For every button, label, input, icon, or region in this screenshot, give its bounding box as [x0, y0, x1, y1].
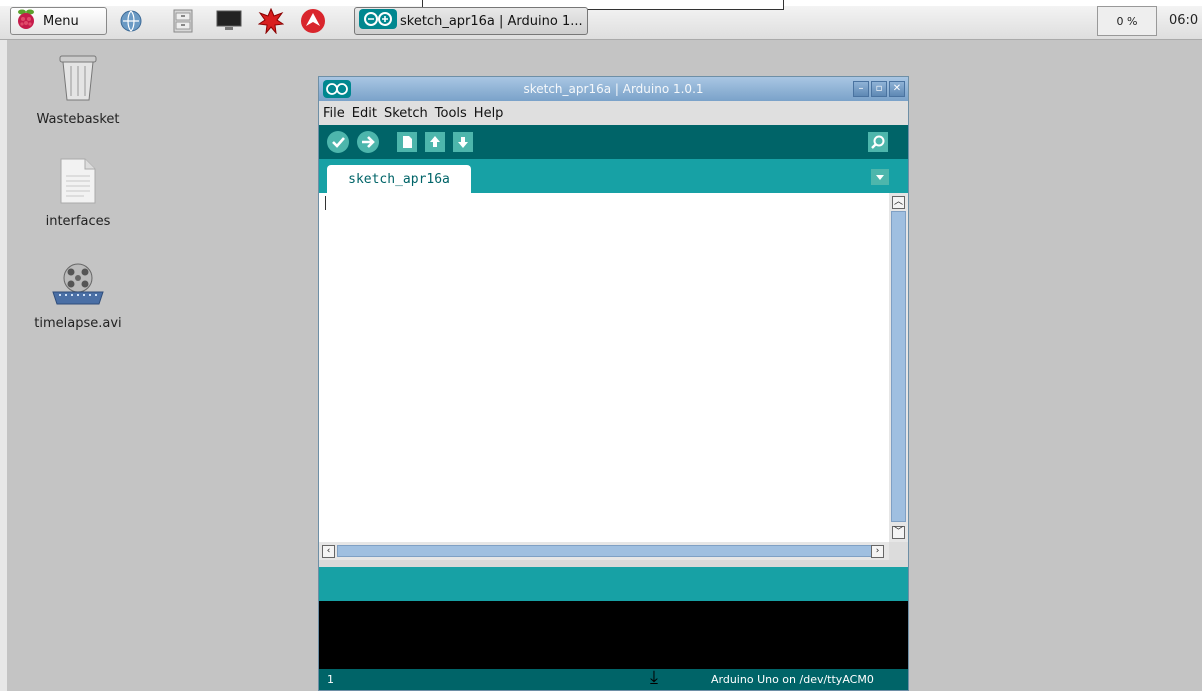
console-output[interactable]	[319, 601, 908, 669]
open-button[interactable]	[425, 132, 445, 152]
burst-icon[interactable]	[258, 8, 284, 34]
message-area	[319, 567, 908, 601]
menu-help[interactable]: Help	[474, 106, 504, 121]
scroll-down-icon[interactable]: ﹀	[892, 526, 905, 539]
task-label: sketch_apr16a | Arduino 1...	[400, 13, 583, 29]
toolbar	[319, 125, 908, 159]
board-status: Arduino Uno on /dev/ttyACM0	[711, 673, 874, 686]
minimize-button[interactable]: –	[853, 81, 869, 97]
close-button[interactable]: ✕	[889, 81, 905, 97]
tab-menu-button[interactable]	[871, 169, 889, 185]
taskbar: Menu sketch_apr16a | Arduino 1... 0 % 06…	[0, 0, 1202, 40]
vertical-scrollbar[interactable]: ︿ ﹀	[889, 193, 908, 542]
raspberry-icon	[15, 8, 37, 34]
scroll-left-icon[interactable]: ‹	[322, 545, 335, 558]
menu-bar: File Edit Sketch Tools Help	[319, 101, 908, 125]
text-file-icon	[28, 158, 128, 208]
horizontal-scroll-thumb[interactable]	[337, 545, 872, 557]
start-menu-button[interactable]: Menu	[10, 7, 107, 35]
new-button[interactable]	[397, 132, 417, 152]
arrow-down-icon	[458, 137, 468, 148]
video-file-icon	[28, 262, 128, 310]
window-title: sketch_apr16a | Arduino 1.0.1	[523, 82, 704, 96]
arduino-window: sketch_apr16a | Arduino 1.0.1 – ▫ ✕ File…	[318, 76, 909, 691]
globe-icon[interactable]	[118, 9, 144, 33]
menu-edit[interactable]: Edit	[352, 106, 377, 121]
menu-file[interactable]: File	[323, 106, 345, 121]
trash-icon	[28, 50, 128, 106]
text-caret	[325, 196, 326, 210]
clock[interactable]: 06:0	[1169, 13, 1198, 28]
arrow-right-icon	[362, 136, 375, 148]
status-bar: 1 Arduino Uno on /dev/ttyACM0	[319, 669, 908, 690]
wolfram-icon[interactable]	[300, 9, 326, 33]
desktop-icon-label: interfaces	[45, 214, 111, 229]
serial-monitor-button[interactable]	[868, 132, 888, 152]
vertical-scroll-thumb[interactable]	[891, 211, 906, 522]
chevron-down-icon	[876, 175, 884, 180]
maximize-button[interactable]: ▫	[871, 81, 887, 97]
horizontal-scrollbar[interactable]: ‹ ›	[319, 542, 889, 560]
desktop-icon-label: Wastebasket	[36, 112, 120, 127]
upload-button[interactable]	[357, 131, 379, 153]
desktop-left-edge	[0, 40, 7, 691]
desktop-icon-label: timelapse.avi	[34, 316, 122, 331]
verify-button[interactable]	[327, 131, 349, 153]
cpu-value: 0 %	[1116, 14, 1138, 28]
desktop-icon-wastebasket[interactable]: Wastebasket	[28, 50, 128, 127]
line-number: 1	[327, 673, 334, 686]
menu-label: Menu	[43, 13, 79, 29]
scroll-right-icon[interactable]: ›	[871, 545, 884, 558]
resize-cursor-icon: ⤓	[650, 667, 658, 688]
menu-sketch[interactable]: Sketch	[384, 106, 428, 121]
desktop-icon-interfaces[interactable]: interfaces	[28, 158, 128, 229]
taskbar-arduino-window[interactable]: sketch_apr16a | Arduino 1...	[354, 7, 588, 35]
arrow-up-icon	[430, 136, 440, 147]
terminal-icon[interactable]	[216, 9, 242, 33]
tab-sketch[interactable]: sketch_apr16a	[327, 165, 471, 193]
file-manager-icon[interactable]	[170, 9, 196, 33]
desktop-icon-timelapse[interactable]: timelapse.avi	[28, 262, 128, 331]
menu-tools[interactable]: Tools	[435, 106, 467, 121]
check-icon	[332, 137, 345, 148]
scroll-up-icon[interactable]: ︿	[892, 196, 905, 209]
save-button[interactable]	[453, 132, 473, 152]
cpu-monitor[interactable]: 0 %	[1097, 6, 1157, 36]
magnifier-icon	[871, 135, 885, 149]
code-editor[interactable]	[319, 193, 908, 542]
arduino-icon	[359, 9, 397, 33]
tab-row: sketch_apr16a	[319, 159, 908, 193]
new-file-icon	[403, 136, 412, 148]
window-titlebar[interactable]: sketch_apr16a | Arduino 1.0.1 – ▫ ✕	[319, 77, 908, 101]
pane-divider[interactable]	[319, 560, 908, 567]
